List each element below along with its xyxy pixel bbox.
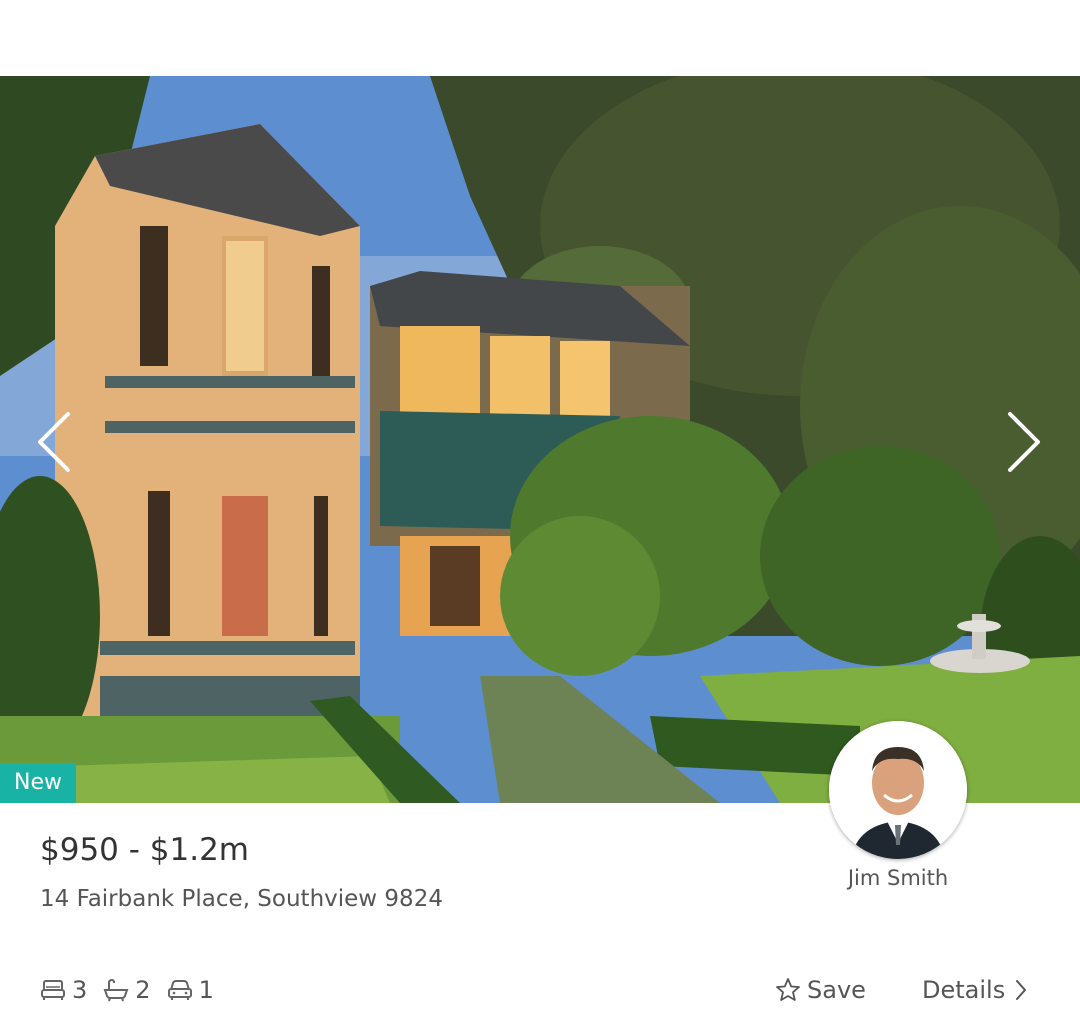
previous-photo-button[interactable] — [34, 410, 74, 474]
save-button[interactable]: Save — [775, 970, 866, 1010]
next-photo-button[interactable] — [1004, 410, 1044, 474]
chevron-left-icon — [38, 412, 70, 472]
agent-avatar[interactable] — [829, 721, 967, 859]
car-spaces-count: 1 — [198, 976, 214, 1004]
listing-photo[interactable] — [0, 76, 1080, 803]
car-spaces-feature: 1 — [167, 976, 214, 1004]
bath-icon — [103, 978, 129, 1002]
listing-price: $950 - $1.2m — [40, 832, 250, 868]
car-icon — [167, 980, 192, 1000]
bedrooms-feature: 3 — [40, 976, 87, 1004]
bathrooms-count: 2 — [135, 976, 151, 1004]
agent-name[interactable]: Jim Smith — [798, 866, 998, 890]
details-label: Details — [922, 976, 1006, 1004]
bed-icon — [41, 980, 65, 1000]
new-badge: New — [0, 763, 76, 803]
listing-features: 3 2 1 — [40, 970, 230, 1010]
details-button[interactable]: Details — [922, 970, 1027, 1010]
star-icon — [776, 978, 800, 1001]
chevron-right-icon — [1008, 412, 1040, 472]
save-label: Save — [807, 976, 866, 1004]
bedrooms-count: 3 — [72, 976, 88, 1004]
bathrooms-feature: 2 — [103, 976, 151, 1004]
listing-address: 14 Fairbank Place, Southview 9824 — [40, 886, 443, 912]
chevron-right-icon — [1016, 980, 1027, 1000]
